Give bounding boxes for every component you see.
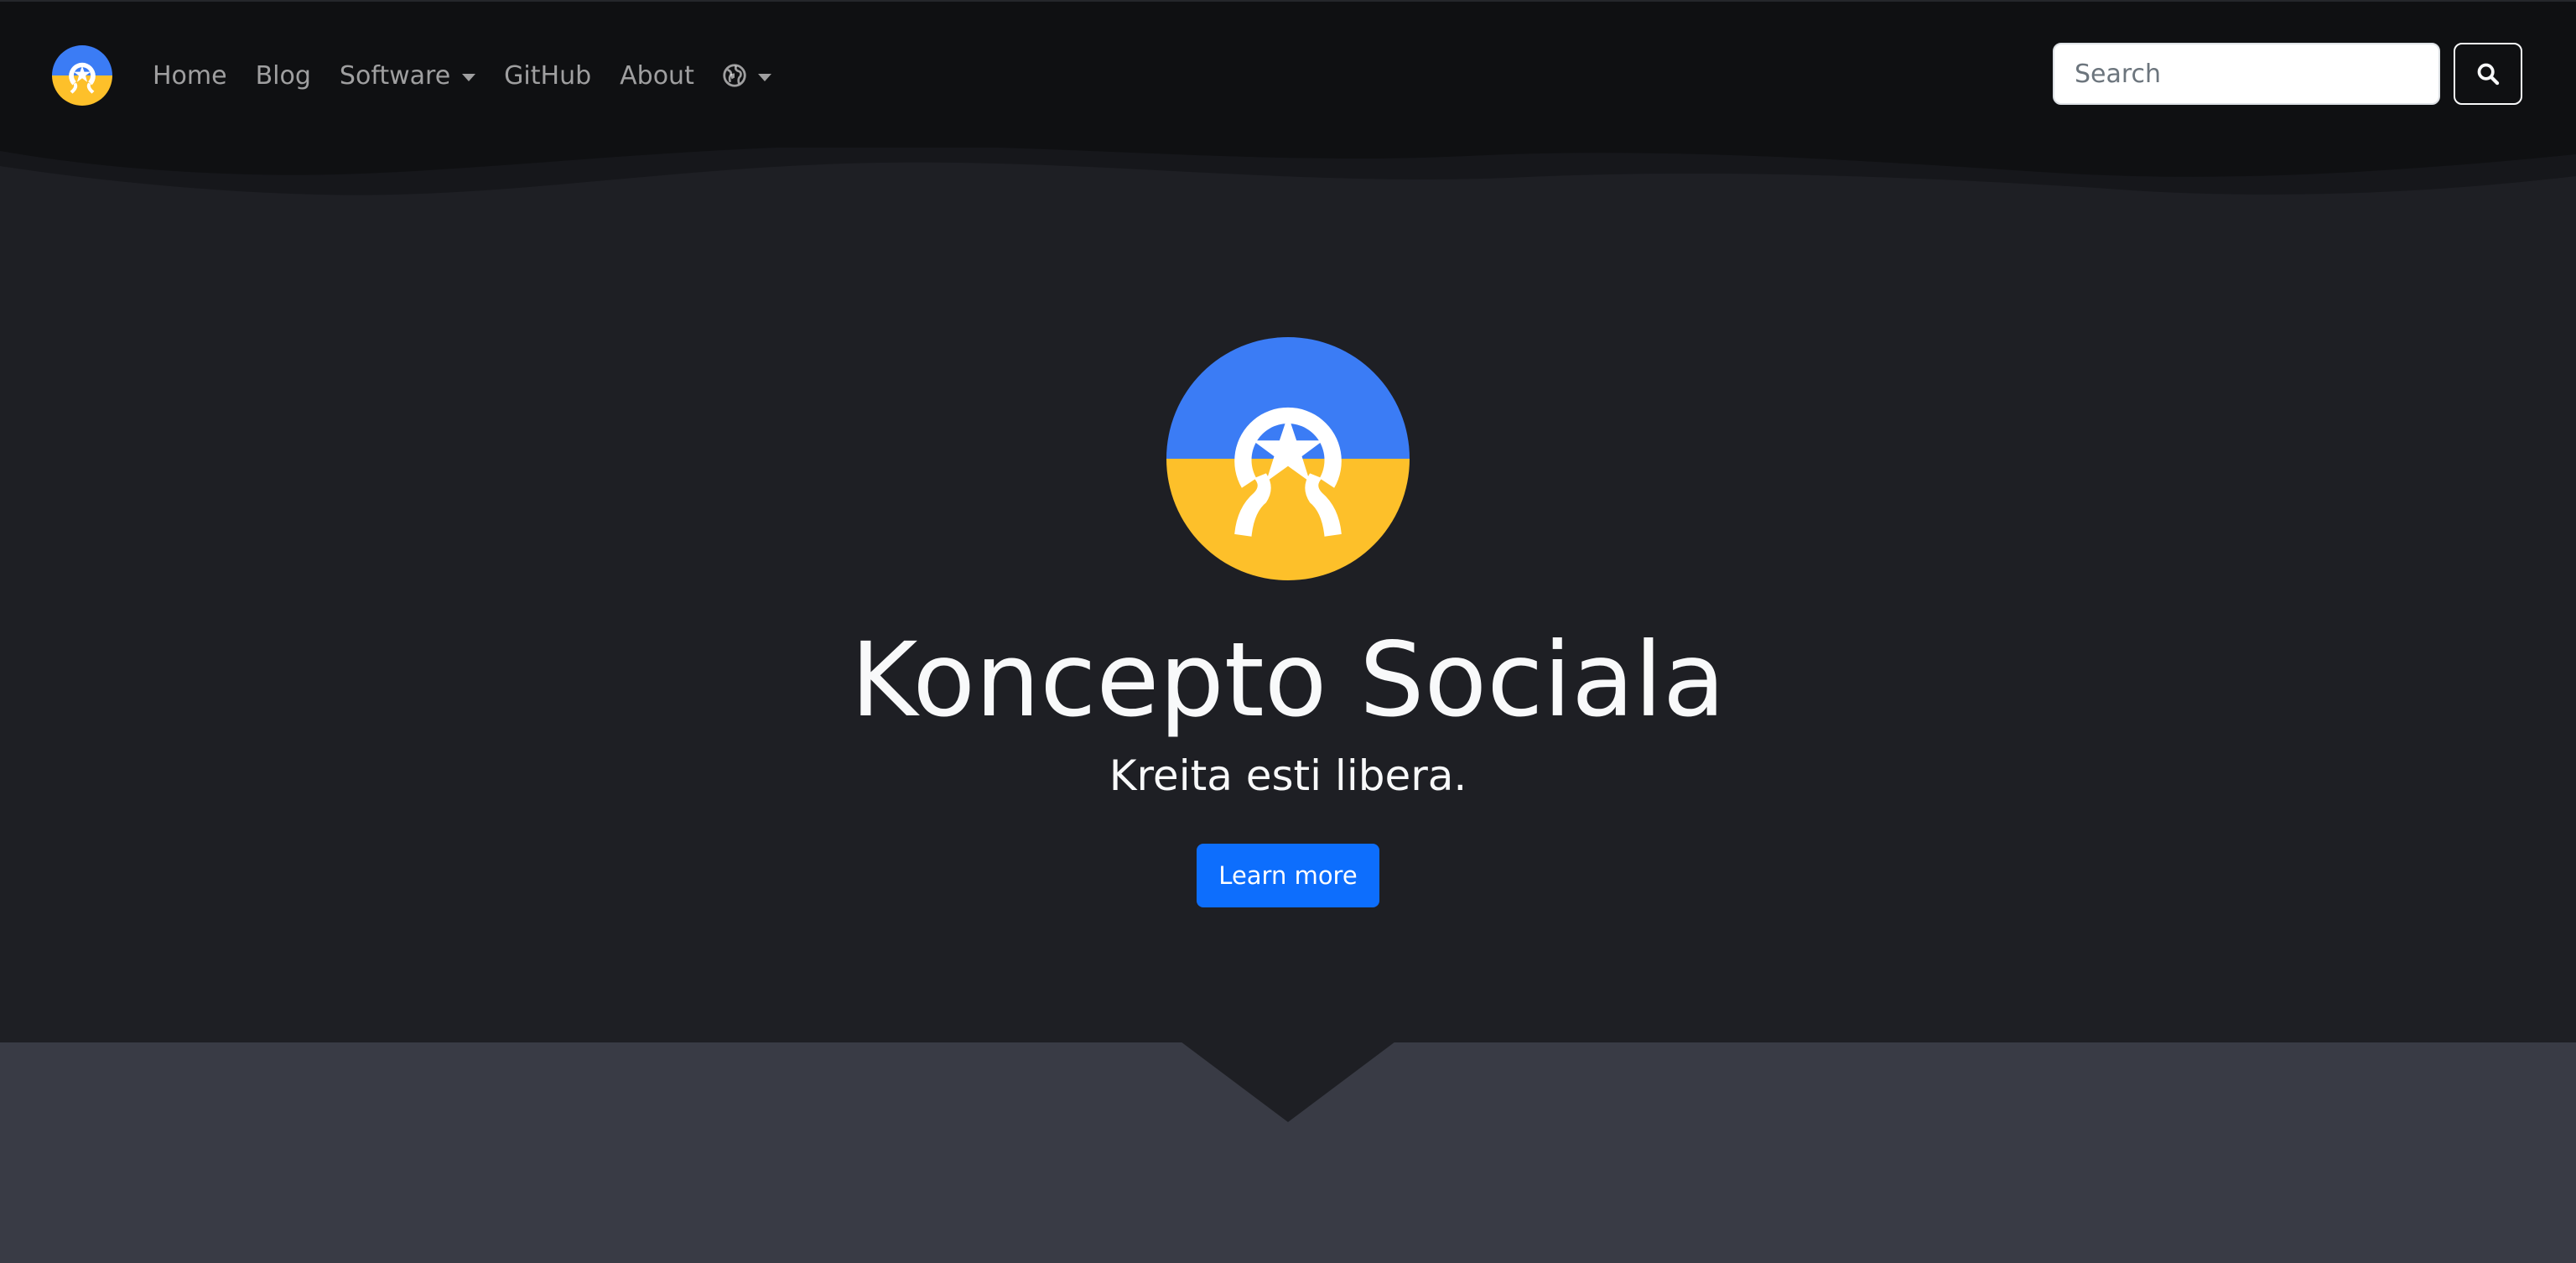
hero-subtitle: Kreita esti libera. — [1109, 751, 1467, 800]
nav-dropdown-software[interactable]: Software — [339, 60, 476, 91]
search-button[interactable] — [2454, 43, 2522, 105]
nav-links: Home Blog Software GitHub About — [153, 54, 800, 97]
learn-more-button[interactable]: Learn more — [1197, 844, 1379, 907]
globe-icon — [723, 64, 746, 87]
nav-link-blog[interactable]: Blog — [256, 61, 311, 91]
nav-link-home[interactable]: Home — [153, 61, 227, 91]
nav-link-github[interactable]: GitHub — [504, 61, 591, 91]
caret-down-icon — [757, 73, 771, 81]
language-dropdown[interactable] — [723, 64, 771, 87]
nav-link-about[interactable]: About — [620, 61, 694, 91]
page: Home Blog Software GitHub About Search K… — [0, 0, 2576, 1263]
hero-title: Koncepto Sociala — [850, 621, 1726, 740]
caret-down-icon — [462, 73, 476, 81]
navbar: Home Blog Software GitHub About — [0, 0, 2576, 148]
koncepto-logo-icon — [52, 45, 112, 106]
brand-logo-link[interactable] — [52, 45, 112, 106]
nav-dropdown-software-label: Software — [339, 60, 451, 91]
hero-section: Koncepto Sociala Kreita esti libera. Lea… — [0, 148, 2576, 1042]
section-chevron-divider — [1181, 1042, 1395, 1122]
search-icon — [2477, 63, 2500, 86]
koncepto-logo-icon — [1166, 337, 1410, 580]
search-input[interactable] — [2053, 43, 2440, 105]
